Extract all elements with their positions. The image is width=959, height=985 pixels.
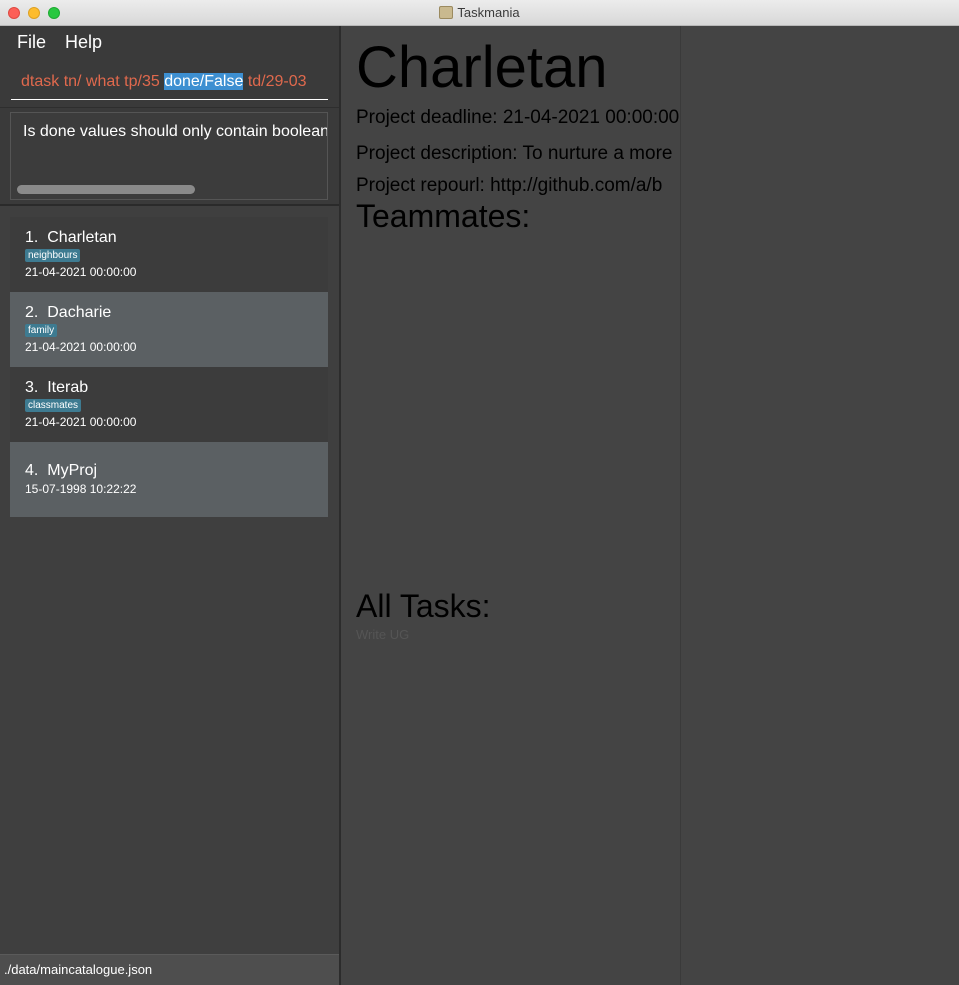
left-pane: File Help dtask tn/ what tp/35 done/Fals… [0,26,340,985]
project-deadline: 15-07-1998 10:22:22 [25,482,137,496]
project-tag: family [25,324,58,337]
all-tasks-heading: All Tasks: [356,588,491,624]
status-bar: ./data/maincatalogue.json [0,954,340,985]
project-card-title: 4. MyProj [25,462,98,479]
project-card[interactable]: 2. Dacharie family 21-04-2021 00:00:00 [10,292,328,367]
menu-bar: File Help [0,26,340,58]
project-card-title: 3. Iterab [25,379,89,396]
project-card[interactable]: 3. Iterab classmates 21-04-2021 00:00:00 [10,367,328,442]
result-box[interactable]: Is done values should only contain boole… [10,112,328,200]
result-horizontal-scrollbar[interactable] [17,185,195,194]
detail-project-deadline: Project deadline: 21-04-2021 00:00:00 [356,107,680,128]
project-list: 1. Charletan neighbours 21-04-2021 00:00… [0,208,340,954]
teammates-heading: Teammates: [356,198,531,234]
project-card[interactable]: 1. Charletan neighbours 21-04-2021 00:00… [10,217,328,292]
project-tag: classmates [25,399,82,412]
menu-file[interactable]: File [17,32,46,53]
project-deadline: 21-04-2021 00:00:00 [25,265,137,279]
detail-secondary-panel [680,26,959,985]
detail-project-repourl: Project repourl: http://github.com/a/b [356,175,663,196]
project-deadline: 21-04-2021 00:00:00 [25,340,137,354]
command-text-after: td/29-03 [243,73,307,90]
detail-project-description: Project description: To nurture a more [356,143,673,164]
project-card-title: 1. Charletan [25,229,117,246]
app-icon [439,6,454,19]
command-box: dtask tn/ what tp/35 done/False td/29-03 [0,58,340,108]
result-message: Is done values should only contain boole… [23,123,328,140]
project-deadline: 21-04-2021 00:00:00 [25,415,137,429]
project-detail-panel: Charletan Project deadline: 21-04-2021 0… [341,26,680,985]
project-card[interactable]: 4. MyProj 15-07-1998 10:22:22 [10,442,328,517]
window-title: Taskmania [457,5,520,20]
window-title-wrap: Taskmania [0,5,959,20]
task-item[interactable]: Write UG [356,627,409,642]
window-titlebar: Taskmania [0,0,959,26]
result-display: Is done values should only contain boole… [0,108,340,206]
project-card-title: 2. Dacharie [25,304,112,321]
command-text-before: dtask tn/ what tp/35 [21,73,165,90]
menu-help[interactable]: Help [65,32,102,53]
project-tag: neighbours [25,249,81,262]
command-input[interactable]: dtask tn/ what tp/35 done/False td/29-03 [11,68,328,100]
status-file-path: ./data/maincatalogue.json [4,962,153,977]
command-text-selected: done/False [164,73,244,90]
detail-project-name: Charletan [356,35,608,100]
